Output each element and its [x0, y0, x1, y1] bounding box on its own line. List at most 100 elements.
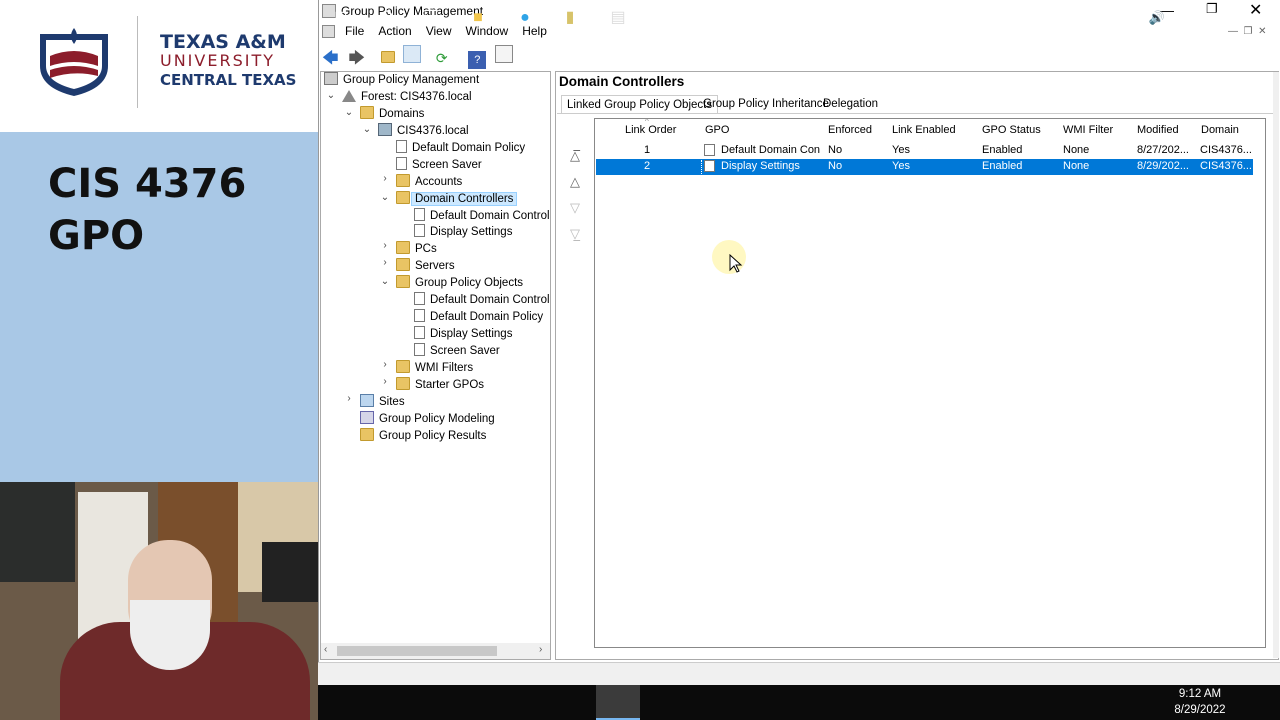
details-scrollbar[interactable]: [1273, 72, 1279, 658]
tree-ou-pcs[interactable]: PCs: [396, 241, 440, 258]
tree-sites[interactable]: Sites: [360, 394, 408, 411]
column-header-wmi-filter[interactable]: WMI Filter: [1063, 124, 1113, 136]
taskbar: [318, 685, 1280, 720]
presenter-webcam: [0, 482, 318, 720]
server-manager-icon[interactable]: ▮: [559, 8, 581, 28]
tree-group-policy-objects[interactable]: Group Policy Objects: [396, 275, 526, 292]
network-icon[interactable]: ▣: [1101, 8, 1123, 28]
folder-icon: [396, 377, 410, 390]
volume-icon[interactable]: 🔊: [1146, 8, 1168, 28]
scroll-right-icon[interactable]: ›: [539, 644, 542, 655]
tab-linked-gpos[interactable]: Linked Group Policy Objects: [561, 95, 719, 114]
move-up-icon[interactable]: △: [570, 169, 580, 195]
university-name-line2: UNIVERSITY: [160, 51, 275, 70]
cell-link-enabled: Yes: [892, 144, 910, 156]
slide-banner: TEXAS A&M UNIVERSITY CENTRAL TEXAS: [0, 0, 318, 132]
tree-starter-gpos[interactable]: Starter GPOs: [396, 377, 487, 394]
refresh-icon[interactable]: ⟳: [436, 49, 454, 67]
expand-starter-chevron-right-icon[interactable]: ›: [379, 376, 391, 387]
tab-delegation[interactable]: Delegation: [818, 95, 883, 113]
tree-gpo-default-domain-policy[interactable]: Default Domain Policy: [414, 309, 546, 326]
tree-gpo-default-domain-control[interactable]: Default Domain Control: [414, 292, 553, 309]
cell-gpo: Display Settings: [721, 160, 800, 172]
tree-label: Sites: [379, 396, 405, 408]
start-windows-icon[interactable]: ⊞: [330, 8, 352, 28]
cell-modified: 8/29/202...: [1137, 160, 1189, 172]
show-hide-tree-icon[interactable]: [403, 45, 422, 63]
search-icon[interactable]: ⚲: [376, 8, 398, 28]
cell-gpo-status: Enabled: [982, 160, 1023, 172]
move-to-top-icon[interactable]: △̅: [570, 143, 580, 169]
tree-forest-label: Forest: CIS4376.local: [361, 91, 472, 103]
expand-domain-chevron-down-icon[interactable]: ⌄: [361, 124, 373, 135]
forward-arrow-icon[interactable]: 🡆: [348, 50, 366, 68]
tree-wmi-filters[interactable]: WMI Filters: [396, 360, 476, 377]
table-row-selected[interactable]: 2 Display Settings No Yes Enabled None 8…: [596, 159, 1253, 175]
tree-gpo-screen-saver[interactable]: Screen Saver: [414, 343, 503, 360]
tree-ou-domain-controllers[interactable]: Domain Controllers: [396, 191, 518, 208]
chalkboard: [0, 482, 75, 582]
collapse-dc-chevron-down-icon[interactable]: ⌄: [379, 192, 391, 203]
tab-gp-inheritance[interactable]: Group Policy Inheritance: [698, 95, 834, 113]
tree-domains[interactable]: Domains: [360, 106, 427, 123]
notifications-icon[interactable]: □: [1238, 8, 1260, 28]
restore-button[interactable]: ❐: [1206, 1, 1218, 17]
tree-gp-modeling[interactable]: Group Policy Modeling: [360, 411, 498, 428]
properties-icon[interactable]: [494, 45, 513, 63]
back-arrow-icon[interactable]: 🡄: [322, 50, 340, 68]
tree-label: Screen Saver: [412, 159, 482, 171]
table-row[interactable]: 1 Default Domain Con... No Yes Enabled N…: [596, 143, 1253, 159]
edge-browser-icon[interactable]: ●: [514, 8, 536, 28]
gpmc-taskbar-icon[interactable]: ▤: [607, 8, 629, 28]
tree-forest[interactable]: Forest: CIS4376.local: [342, 89, 475, 106]
cell-enforced: No: [828, 160, 843, 172]
ou-folder-icon: [396, 241, 410, 254]
column-header-gpo-status[interactable]: GPO Status: [982, 124, 1041, 136]
expand-sites-chevron-right-icon[interactable]: ›: [343, 393, 355, 404]
move-to-bottom-icon[interactable]: ▽̲: [570, 221, 580, 247]
column-header-link-enabled[interactable]: Link Enabled: [892, 124, 956, 136]
gpo-link-icon: [414, 224, 425, 237]
cell-gpo: Default Domain Con...: [721, 144, 821, 156]
scroll-left-icon[interactable]: ‹: [324, 644, 327, 655]
tree-link-default-domain-policy[interactable]: Default Domain Policy: [396, 140, 528, 157]
tree-gpo-display-settings[interactable]: Display Settings: [414, 326, 515, 343]
expand-domains-chevron-down-icon[interactable]: ⌄: [343, 107, 355, 118]
tree-ou-accounts[interactable]: Accounts: [396, 174, 465, 191]
link-order-controls: △̅ △ ▽ ▽̲: [570, 143, 580, 247]
column-header-gpo[interactable]: GPO: [705, 124, 729, 136]
tree-link-screen-saver[interactable]: Screen Saver: [396, 157, 485, 174]
tree-label: Default Domain Policy: [430, 311, 544, 323]
taskbar-gpmc-active[interactable]: [596, 685, 640, 720]
help-icon[interactable]: ?: [468, 51, 487, 69]
tree-root[interactable]: Group Policy Management: [324, 72, 482, 89]
expand-pcs-chevron-right-icon[interactable]: ›: [379, 240, 391, 251]
expand-accounts-chevron-right-icon[interactable]: ›: [379, 173, 391, 184]
expand-servers-chevron-right-icon[interactable]: ›: [379, 257, 391, 268]
sites-icon: [360, 394, 374, 407]
move-down-icon[interactable]: ▽: [570, 195, 580, 221]
cell-link-order: 1: [644, 144, 651, 156]
tree-link-dc-display-settings[interactable]: Display Settings: [414, 224, 515, 241]
collapse-gpo-chevron-down-icon[interactable]: ⌄: [379, 276, 391, 287]
scroll-thumb[interactable]: [337, 646, 497, 656]
column-header-modified[interactable]: Modified: [1137, 124, 1179, 136]
expand-wmi-chevron-right-icon[interactable]: ›: [379, 359, 391, 370]
file-explorer-icon[interactable]: ■: [467, 8, 489, 28]
tree-gp-results[interactable]: Group Policy Results: [360, 428, 489, 445]
task-view-icon[interactable]: ❐: [420, 8, 442, 28]
clock[interactable]: 9:12 AM 8/29/2022: [1172, 686, 1228, 718]
display-icon[interactable]: ▭: [1124, 8, 1146, 28]
tree-horizontal-scrollbar[interactable]: ‹ ›: [321, 643, 550, 659]
tree-ou-servers[interactable]: Servers: [396, 258, 458, 275]
tree-domain[interactable]: CIS4376.local: [378, 123, 472, 140]
tree-link-dc-default-domain-control[interactable]: Default Domain Control: [414, 208, 553, 225]
up-folder-icon[interactable]: [380, 51, 395, 63]
gpo-container-icon: [396, 275, 410, 288]
column-header-link-order[interactable]: Link Order: [625, 124, 676, 136]
gpo-link-icon: [396, 157, 407, 170]
column-header-enforced[interactable]: Enforced: [828, 124, 872, 136]
show-hidden-icons-chevron-up-icon[interactable]: ⌃: [1080, 8, 1102, 28]
column-header-domain[interactable]: Domain: [1201, 124, 1239, 136]
expand-forest-chevron-down-icon[interactable]: ⌄: [325, 90, 337, 101]
